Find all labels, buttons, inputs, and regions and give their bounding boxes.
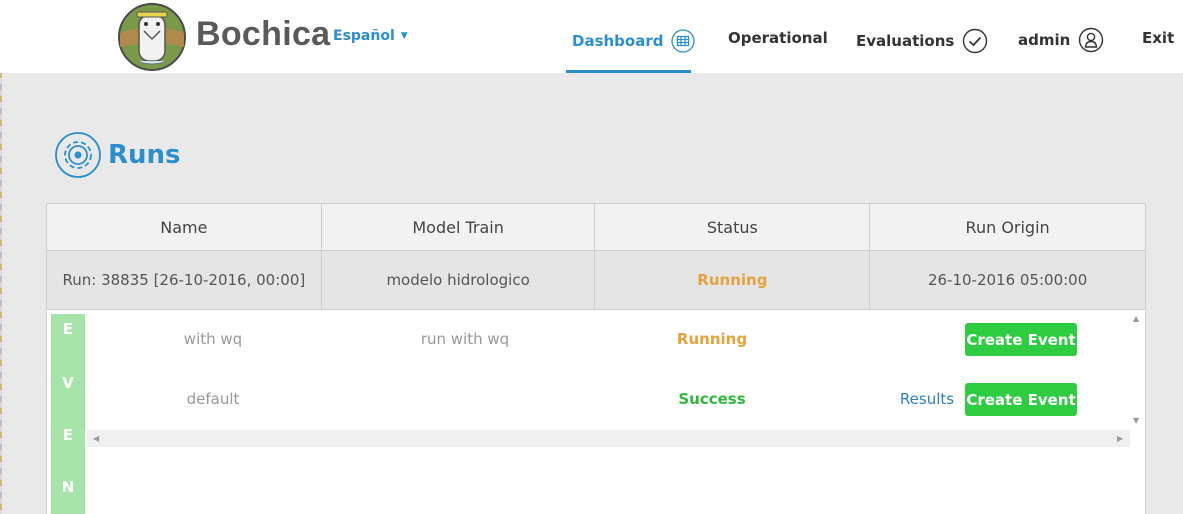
events-panel: E V E N with wq run with wq Running Crea… (46, 310, 1146, 514)
scroll-right-icon[interactable]: ▶ (1117, 434, 1123, 443)
event-status: Success (678, 390, 746, 408)
table-header-row: Name Model Train Status Run Origin (46, 203, 1146, 251)
nav-user-label: admin (1018, 31, 1071, 49)
nav-operational-label: Operational (728, 29, 828, 47)
gear-icon (55, 132, 101, 178)
check-circle-icon (962, 28, 988, 54)
nav-operational[interactable]: Operational (728, 29, 828, 47)
scroll-down-icon[interactable]: ▼ (1133, 416, 1139, 425)
table-row[interactable]: Run: 38835 [26-10-2016, 00:00] modelo hi… (46, 250, 1146, 310)
events-label-letter: N (61, 478, 75, 496)
brand-name: Bochica (196, 15, 331, 53)
nav-exit[interactable]: Exit (1142, 29, 1174, 47)
language-selector[interactable]: Español ▼ (333, 28, 408, 44)
events-label-letter: E (62, 426, 74, 444)
page-title: Runs (54, 131, 181, 179)
events-side-label: E V E N (51, 314, 85, 514)
bochica-logo (118, 3, 186, 71)
nav-exit-label: Exit (1142, 29, 1175, 47)
list-item: with wq run with wq Running Create Event (87, 310, 1127, 370)
run-origin-cell: 26-10-2016 05:00:00 (869, 250, 1146, 310)
language-label: Español (333, 28, 395, 44)
active-tab-indicator (566, 70, 691, 73)
events-list[interactable]: with wq run with wq Running Create Event… (87, 310, 1144, 448)
horizontal-scrollbar[interactable]: ◀ ▶ (87, 430, 1130, 447)
create-event-button[interactable]: Create Event (965, 323, 1077, 356)
scroll-up-icon[interactable]: ▲ (1133, 314, 1139, 323)
runs-table: Name Model Train Status Run Origin Run: … (46, 203, 1146, 310)
run-model-cell: modelo hidrologico (320, 250, 596, 310)
window-edge-strip (0, 0, 2, 514)
column-header-model-train[interactable]: Model Train (320, 203, 596, 251)
nav-evaluations-label: Evaluations (856, 32, 955, 50)
nav-dashboard-label: Dashboard (572, 32, 664, 50)
top-navbar: Bochica Español ▼ Dashboard Operational E… (0, 0, 1183, 73)
event-status: Running (676, 330, 748, 348)
event-model: run with wq (420, 330, 510, 348)
nav-dashboard[interactable]: Dashboard (572, 29, 696, 53)
list-item: default Success Results Create Event (87, 370, 1127, 430)
event-name: with wq (183, 330, 243, 348)
nav-user-menu[interactable]: admin (1018, 27, 1104, 53)
event-name: default (186, 390, 240, 408)
user-icon (1078, 27, 1104, 53)
events-label-letter: V (62, 374, 74, 392)
run-status-cell: Running (594, 250, 871, 310)
nav-evaluations[interactable]: Evaluations (856, 28, 988, 54)
run-name-cell: Run: 38835 [26-10-2016, 00:00] (46, 250, 322, 310)
caret-down-icon: ▼ (400, 31, 408, 41)
column-header-run-origin[interactable]: Run Origin (869, 203, 1146, 251)
create-event-button[interactable]: Create Event (965, 383, 1077, 416)
column-header-name[interactable]: Name (46, 203, 322, 251)
events-label-letter: E (62, 320, 74, 338)
page-title-text: Runs (108, 140, 181, 170)
vertical-scrollbar[interactable]: ▲ ▼ (1130, 310, 1144, 430)
table-icon (671, 29, 696, 53)
scroll-left-icon[interactable]: ◀ (93, 434, 99, 443)
column-header-status[interactable]: Status (594, 203, 871, 251)
